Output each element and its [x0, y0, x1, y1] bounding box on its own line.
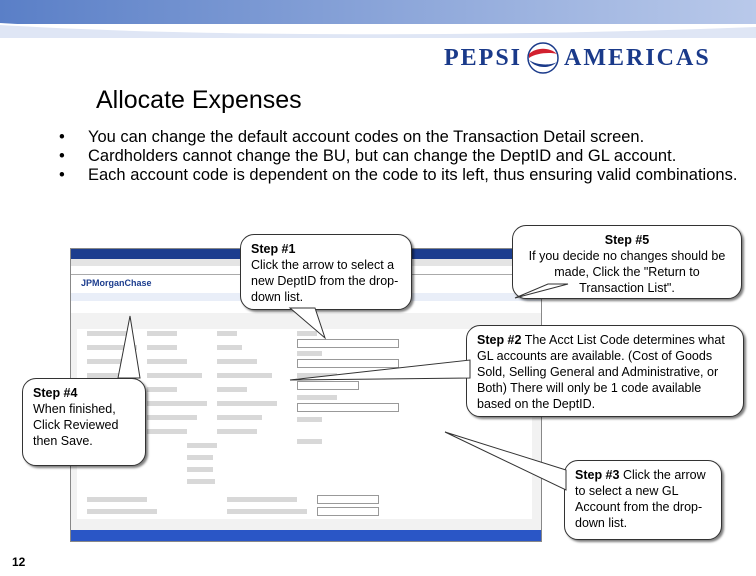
step2-pointer — [289, 359, 471, 381]
step3-pointer — [444, 431, 567, 491]
step1-pointer — [288, 307, 327, 340]
step5-pointer — [514, 283, 569, 299]
step4-pointer — [117, 315, 141, 379]
callout-pointers — [117, 283, 569, 491]
